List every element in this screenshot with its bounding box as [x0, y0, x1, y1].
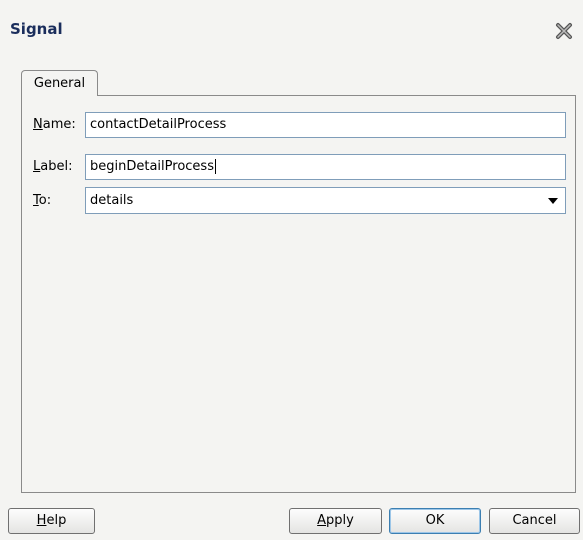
label-field-value: beginDetailProcess [90, 159, 214, 174]
to-label: To: [33, 193, 51, 208]
text-cursor [214, 159, 216, 174]
to-label-text: o: [38, 193, 52, 208]
close-icon[interactable] [553, 20, 575, 42]
help-label: elp [46, 513, 67, 528]
label-label-text: abel: [40, 159, 73, 174]
to-select[interactable]: details [85, 187, 566, 214]
help-mnemonic: H [36, 513, 47, 528]
label-label: Label: [33, 159, 72, 174]
name-label-text: ame: [42, 117, 76, 132]
ok-button[interactable]: OK [389, 508, 481, 534]
apply-label: pply [326, 513, 354, 528]
apply-mnemonic: A [317, 513, 327, 528]
tab-general[interactable]: General [21, 70, 98, 96]
to-select-value: details [90, 193, 134, 208]
name-mnemonic: N [33, 117, 43, 132]
name-field-value: contactDetailProcess [90, 117, 227, 132]
cancel-button[interactable]: Cancel [489, 508, 580, 534]
name-label: Name: [33, 117, 76, 132]
name-field[interactable]: contactDetailProcess [85, 112, 566, 138]
chevron-down-icon[interactable] [548, 198, 558, 204]
label-field[interactable]: beginDetailProcess [85, 154, 566, 180]
help-button[interactable]: Help [8, 508, 95, 534]
dialog-title: Signal [10, 20, 63, 38]
apply-button[interactable]: Apply [289, 508, 382, 534]
